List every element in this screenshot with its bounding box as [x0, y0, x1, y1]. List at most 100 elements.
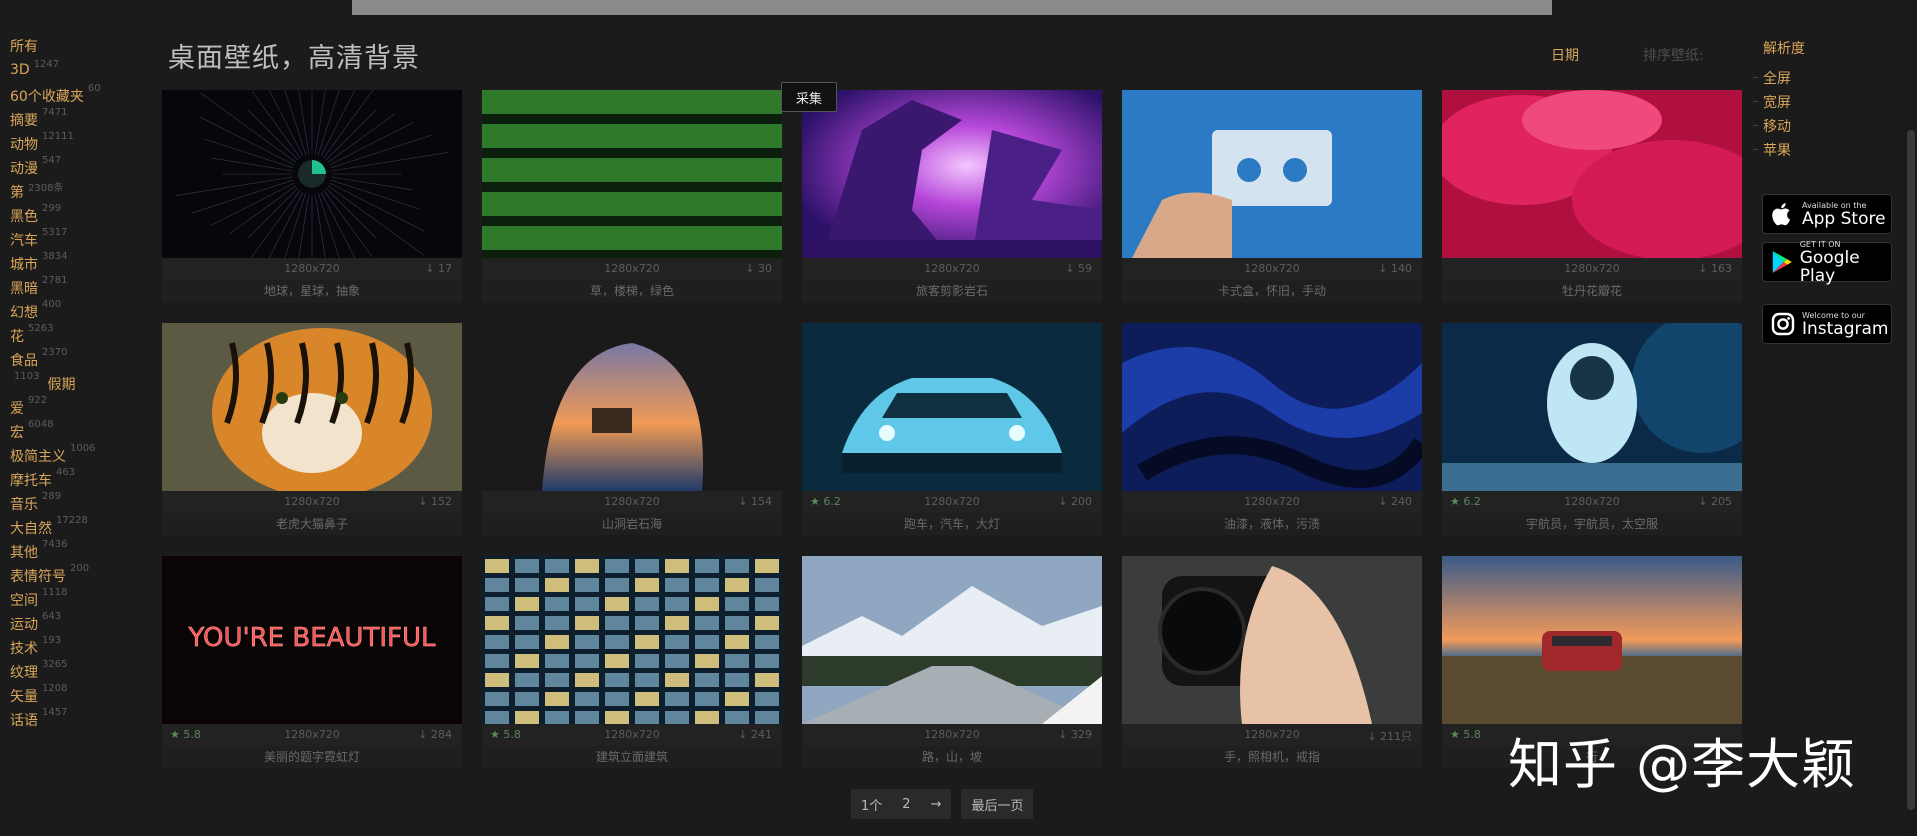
- wallpaper-card[interactable]: 1280x720 ↓ 154 山洞岩石海: [482, 323, 782, 535]
- scrollbar-thumb[interactable]: [1907, 130, 1915, 810]
- category-item[interactable]: 第 2308条: [10, 182, 160, 206]
- mountain-road-image[interactable]: [802, 556, 1102, 724]
- category-item[interactable]: 大自然 17228: [10, 515, 160, 542]
- last-page-link[interactable]: 最后一页: [961, 789, 1034, 819]
- wallpaper-tags[interactable]: 宇航员，宇航员，太空服: [1442, 513, 1742, 535]
- wallpaper-tags[interactable]: 跑车，汽车，大灯: [802, 513, 1102, 535]
- category-name: 空间: [10, 593, 38, 609]
- wallpaper-card[interactable]: 1280x720 ↓ 163 牡丹花瓣花: [1442, 90, 1742, 302]
- category-count: 299: [42, 203, 62, 214]
- category-item[interactable]: 动物 12111: [10, 131, 160, 158]
- category-item[interactable]: 摘要 7471: [10, 107, 160, 134]
- instagram-badge[interactable]: Welcome to our Instagram: [1762, 304, 1892, 344]
- google-play-badge[interactable]: GET IT ON Google Play: [1762, 240, 1892, 285]
- cassette-image[interactable]: [1122, 90, 1422, 258]
- wallpaper-tags[interactable]: 美丽的题字霓虹灯: [162, 746, 462, 768]
- wallpaper-tags[interactable]: 油漆，液体，污渍: [1122, 513, 1422, 535]
- neon-image[interactable]: YOU'RE BEAUTIFUL: [162, 556, 462, 724]
- astronaut-image[interactable]: [1442, 323, 1742, 491]
- wallpaper-card[interactable]: 1280x720 ↓ 152 老虎大猫鼻子: [162, 323, 462, 535]
- download-value: 284: [431, 728, 452, 741]
- building-image[interactable]: [482, 556, 782, 724]
- wallpaper-tags[interactable]: 山洞岩石海: [482, 513, 782, 535]
- category-item[interactable]: 技术 193: [10, 635, 160, 662]
- category-count: 12111: [42, 131, 74, 142]
- tiger-image[interactable]: [162, 323, 462, 491]
- wallpaper-tags[interactable]: 建筑立面建筑: [482, 746, 782, 768]
- category-item[interactable]: 摩托车 463: [10, 467, 160, 494]
- category-name: 音乐: [10, 497, 38, 513]
- wallpaper-tags[interactable]: 路，山，坡: [802, 746, 1102, 768]
- wallpaper-tags[interactable]: 卡式盒，怀旧，手动: [1122, 280, 1422, 302]
- category-name: 大自然: [10, 521, 52, 537]
- category-name: 城市: [10, 257, 38, 273]
- wallpaper-tags[interactable]: 手，照相机，戒指: [1122, 746, 1422, 768]
- resolution-mobile[interactable]: 移动: [1753, 116, 1805, 140]
- wallpaper-card[interactable]: 1280x720 ↓ 17 地球，星球，抽象: [162, 90, 462, 302]
- wallpaper-card[interactable]: ★ 6.2 1280x720 ↓ 200 跑车，汽车，大灯: [802, 323, 1102, 535]
- wallpaper-card[interactable]: ★ 5.8 1280x720 ↓ 241 建筑立面建筑: [482, 556, 782, 768]
- category-item[interactable]: 矢量 1208: [10, 683, 160, 710]
- van-sunset-image[interactable]: [1442, 556, 1742, 724]
- category-item[interactable]: 3D 1247: [10, 59, 160, 86]
- resolution-label: 1280x720: [1244, 262, 1300, 275]
- download-value: 163: [1711, 262, 1732, 275]
- download-count: ↓ 152: [418, 495, 452, 508]
- category-item[interactable]: 60个收藏夹 60: [10, 83, 160, 110]
- resolution-fullscreen[interactable]: 全屏: [1753, 68, 1805, 92]
- wallpaper-card[interactable]: YOU'RE BEAUTIFUL ★ 5.8 1280x720 ↓ 284 美丽的题字霓…: [162, 556, 462, 768]
- resolution-label: 1280x720: [924, 728, 980, 741]
- wallpaper-meta: 1280x720 ↓ 329: [802, 724, 1102, 746]
- sports-car-image[interactable]: [802, 323, 1102, 491]
- download-value: 140: [1391, 262, 1412, 275]
- wallpaper-card[interactable]: ★ 6.2 1280x720 ↓ 205 宇航员，宇航员，太空服: [1442, 323, 1742, 535]
- download-value: 154: [751, 495, 772, 508]
- wallpaper-card[interactable]: 1280x720 ↓ 140 卡式盒，怀旧，手动: [1122, 90, 1422, 302]
- wallpaper-tags[interactable]: 地球，星球，抽象: [162, 280, 462, 302]
- category-item[interactable]: 极简主义 1006: [10, 443, 160, 470]
- category-item[interactable]: 运动 643: [10, 611, 160, 638]
- wallpaper-tags[interactable]: 老虎大猫鼻子: [162, 513, 462, 535]
- silhouette-rock-image[interactable]: [802, 90, 1102, 258]
- wallpaper-card[interactable]: 1280x720 ↓ 240 油漆，液体，污渍: [1122, 323, 1422, 535]
- category-all[interactable]: 所有: [10, 36, 160, 60]
- appstore-big-text: App Store: [1802, 208, 1886, 229]
- category-item[interactable]: 表情符号 200: [10, 563, 160, 590]
- earth-image[interactable]: [162, 90, 462, 258]
- resolution-label: 1280x720: [1564, 262, 1620, 275]
- sort-by-date-link[interactable]: 日期: [1551, 45, 1579, 65]
- wallpaper-tags[interactable]: 旅客剪影岩石: [802, 280, 1102, 302]
- paint-image[interactable]: [1122, 323, 1422, 491]
- wallpaper-tags[interactable]: 牡丹花瓣花: [1442, 280, 1742, 302]
- page-current[interactable]: 1个: [851, 789, 893, 819]
- grass-steps-image[interactable]: [482, 90, 782, 258]
- category-item[interactable]: 汽车 5317: [10, 227, 160, 254]
- category-item[interactable]: 话语 1457: [10, 707, 160, 734]
- cave-sea-image[interactable]: [482, 323, 782, 491]
- category-name: 其他: [10, 545, 38, 561]
- category-count: 1006: [70, 443, 96, 454]
- wallpaper-tags[interactable]: 草，楼梯，绿色: [482, 280, 782, 302]
- page-2-link[interactable]: 2: [892, 789, 921, 819]
- camera-hand-image[interactable]: [1122, 556, 1422, 724]
- wallpaper-card[interactable]: 1280x720 ↓ 329 路，山，坡: [802, 556, 1102, 768]
- category-item[interactable]: 黑暗 2781: [10, 275, 160, 302]
- peony-image[interactable]: [1442, 90, 1742, 258]
- category-item[interactable]: 纹理 3265: [10, 659, 160, 686]
- category-item[interactable]: 城市 3834: [10, 251, 160, 278]
- next-page-arrow-icon[interactable]: →: [920, 789, 952, 819]
- download-count: ↓ 211只: [1367, 730, 1412, 743]
- page-scrollbar[interactable]: [1905, 0, 1917, 836]
- resolution-widescreen[interactable]: 宽屏: [1753, 92, 1805, 116]
- wallpaper-card[interactable]: 1280x720 ↓ 30 草，楼梯，绿色: [482, 90, 782, 302]
- wallpaper-card[interactable]: 1280x720 ↓ 211只 手，照相机，戒指: [1122, 556, 1422, 768]
- download-value: 211只: [1380, 730, 1412, 743]
- category-item[interactable]: 空间 1118: [10, 587, 160, 614]
- collect-tooltip[interactable]: 采集: [781, 82, 837, 112]
- resolution-apple[interactable]: 苹果: [1753, 140, 1805, 164]
- app-store-badge[interactable]: Available on the App Store: [1762, 194, 1892, 234]
- category-item[interactable]: 花 5263: [10, 323, 160, 350]
- wallpaper-card[interactable]: 1280x720 ↓ 59 旅客剪影岩石: [802, 90, 1102, 302]
- category-item[interactable]: 黑色 299: [10, 203, 160, 230]
- wallpaper-meta: 1280x720 ↓ 154: [482, 491, 782, 513]
